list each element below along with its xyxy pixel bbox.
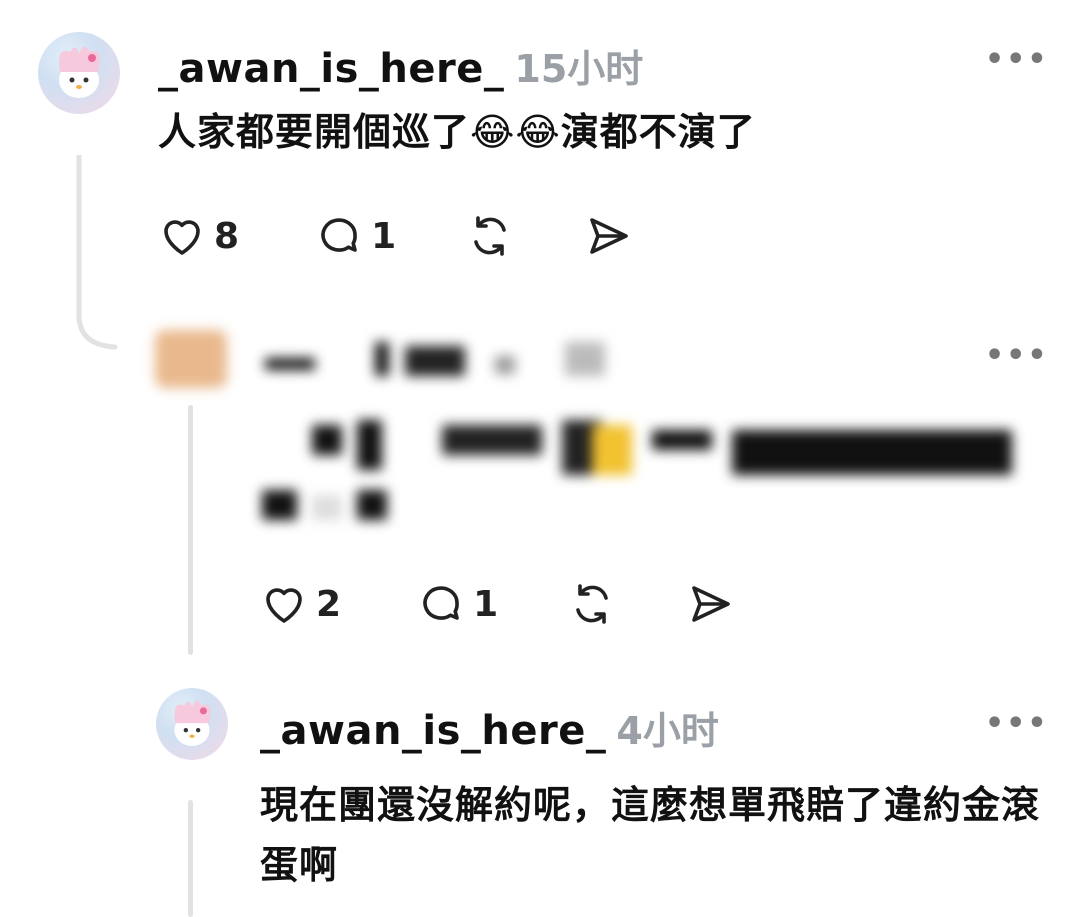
thread-line (188, 405, 193, 655)
redacted-name (265, 342, 605, 376)
share-button[interactable] (584, 212, 632, 260)
avatar[interactable] (156, 688, 228, 760)
share-button[interactable] (686, 580, 734, 628)
like-count: 8 (214, 215, 240, 257)
thread-line (188, 800, 193, 917)
avatar-blurred[interactable] (155, 330, 227, 388)
avatar[interactable] (38, 32, 120, 114)
share-icon (692, 586, 730, 622)
post-text-blurred (262, 415, 1022, 525)
repost-icon (576, 584, 608, 624)
username[interactable]: _awan_is_here_ (158, 46, 504, 92)
comment-icon (423, 586, 459, 620)
more-options-button[interactable]: ••• (985, 706, 1049, 741)
comment-button[interactable]: 1 (315, 212, 396, 260)
more-options-button[interactable]: ••• (985, 42, 1049, 77)
thread-connector (76, 155, 118, 350)
post-text: 人家都要開個巡了😂😂演都不演了 (158, 110, 756, 154)
post-actions: 2 1 (260, 580, 774, 628)
comment-count: 1 (371, 215, 397, 257)
post-actions: 8 1 (158, 212, 672, 260)
redacted-text (262, 420, 1012, 520)
like-button[interactable]: 8 (158, 212, 239, 260)
more-options-button[interactable]: ••• (985, 338, 1049, 373)
repost-button[interactable] (568, 580, 616, 628)
post-text: 現在團還沒解約呢，這麼想單飛賠了違約金滾蛋啊 (260, 783, 1041, 887)
timestamp: 15小时 (514, 47, 644, 91)
username[interactable]: _awan_is_here_ (260, 708, 606, 754)
like-count: 2 (316, 583, 342, 625)
post-header: _awan_is_here_ 4小时 (260, 700, 719, 755)
avatar-image (174, 700, 211, 746)
comment-count: 1 (473, 583, 499, 625)
comment-button[interactable]: 1 (417, 580, 498, 628)
comment-icon (321, 218, 357, 252)
timestamp: 4小时 (616, 709, 719, 753)
repost-button[interactable] (466, 212, 514, 260)
heart-icon (266, 588, 302, 623)
like-button[interactable]: 2 (260, 580, 341, 628)
post-header: _awan_is_here_ 15小时 (158, 38, 643, 93)
repost-icon (474, 216, 506, 256)
avatar-image (59, 46, 100, 98)
heart-icon (164, 220, 200, 255)
share-icon (590, 218, 628, 254)
username-blurred[interactable] (265, 338, 615, 378)
